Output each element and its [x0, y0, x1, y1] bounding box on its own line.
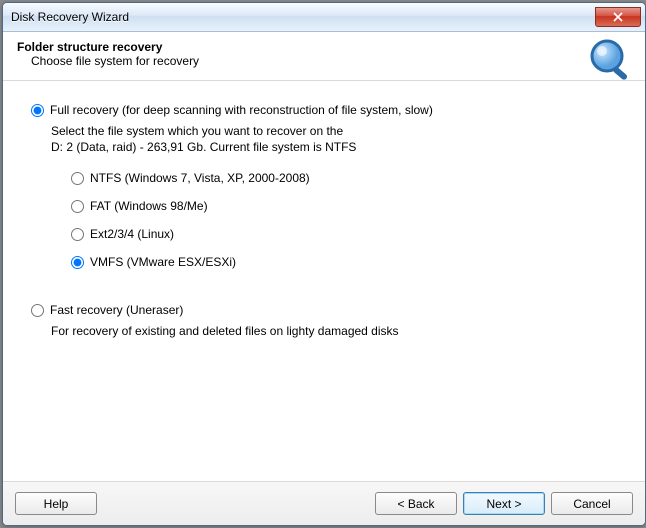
fs-option-vmfs[interactable]: VMFS (VMware ESX/ESXi): [71, 255, 621, 269]
page-title: Folder structure recovery: [17, 40, 631, 54]
fast-recovery-description: For recovery of existing and deleted fil…: [31, 323, 621, 339]
fast-recovery-label: Fast recovery (Uneraser): [50, 303, 183, 317]
fs-option-ext[interactable]: Ext2/3/4 (Linux): [71, 227, 621, 241]
fs-label-fat: FAT (Windows 98/Me): [90, 199, 208, 213]
full-recovery-option[interactable]: Full recovery (for deep scanning with re…: [31, 103, 621, 117]
filesystem-list: NTFS (Windows 7, Vista, XP, 2000-2008) F…: [31, 171, 621, 269]
full-recovery-description: Select the file system which you want to…: [31, 123, 621, 155]
back-button[interactable]: < Back: [375, 492, 457, 515]
page-subtitle: Choose file system for recovery: [17, 54, 631, 68]
wizard-header: Folder structure recovery Choose file sy…: [3, 32, 645, 81]
fs-option-ntfs[interactable]: NTFS (Windows 7, Vista, XP, 2000-2008): [71, 171, 621, 185]
fs-label-ntfs: NTFS (Windows 7, Vista, XP, 2000-2008): [90, 171, 310, 185]
wizard-body: Full recovery (for deep scanning with re…: [3, 81, 645, 481]
title-bar: Disk Recovery Wizard: [3, 3, 645, 32]
window-title: Disk Recovery Wizard: [11, 10, 595, 24]
cancel-button[interactable]: Cancel: [551, 492, 633, 515]
fs-option-fat[interactable]: FAT (Windows 98/Me): [71, 199, 621, 213]
fast-recovery-option[interactable]: Fast recovery (Uneraser): [31, 303, 621, 317]
wizard-footer: Help < Back Next > Cancel: [3, 481, 645, 525]
fs-label-ext: Ext2/3/4 (Linux): [90, 227, 174, 241]
fs-label-vmfs: VMFS (VMware ESX/ESXi): [90, 255, 236, 269]
full-recovery-radio[interactable]: [31, 104, 44, 117]
next-button[interactable]: Next >: [463, 492, 545, 515]
fs-radio-fat[interactable]: [71, 200, 84, 213]
full-recovery-label: Full recovery (for deep scanning with re…: [50, 103, 433, 117]
help-button[interactable]: Help: [15, 492, 97, 515]
fs-radio-ext[interactable]: [71, 228, 84, 241]
close-button[interactable]: [595, 7, 641, 27]
wizard-window: Disk Recovery Wizard Folder structure re…: [2, 2, 646, 526]
fs-radio-ntfs[interactable]: [71, 172, 84, 185]
magnifier-icon: [585, 36, 635, 86]
fs-radio-vmfs[interactable]: [71, 256, 84, 269]
close-icon: [613, 12, 623, 22]
fast-recovery-radio[interactable]: [31, 304, 44, 317]
